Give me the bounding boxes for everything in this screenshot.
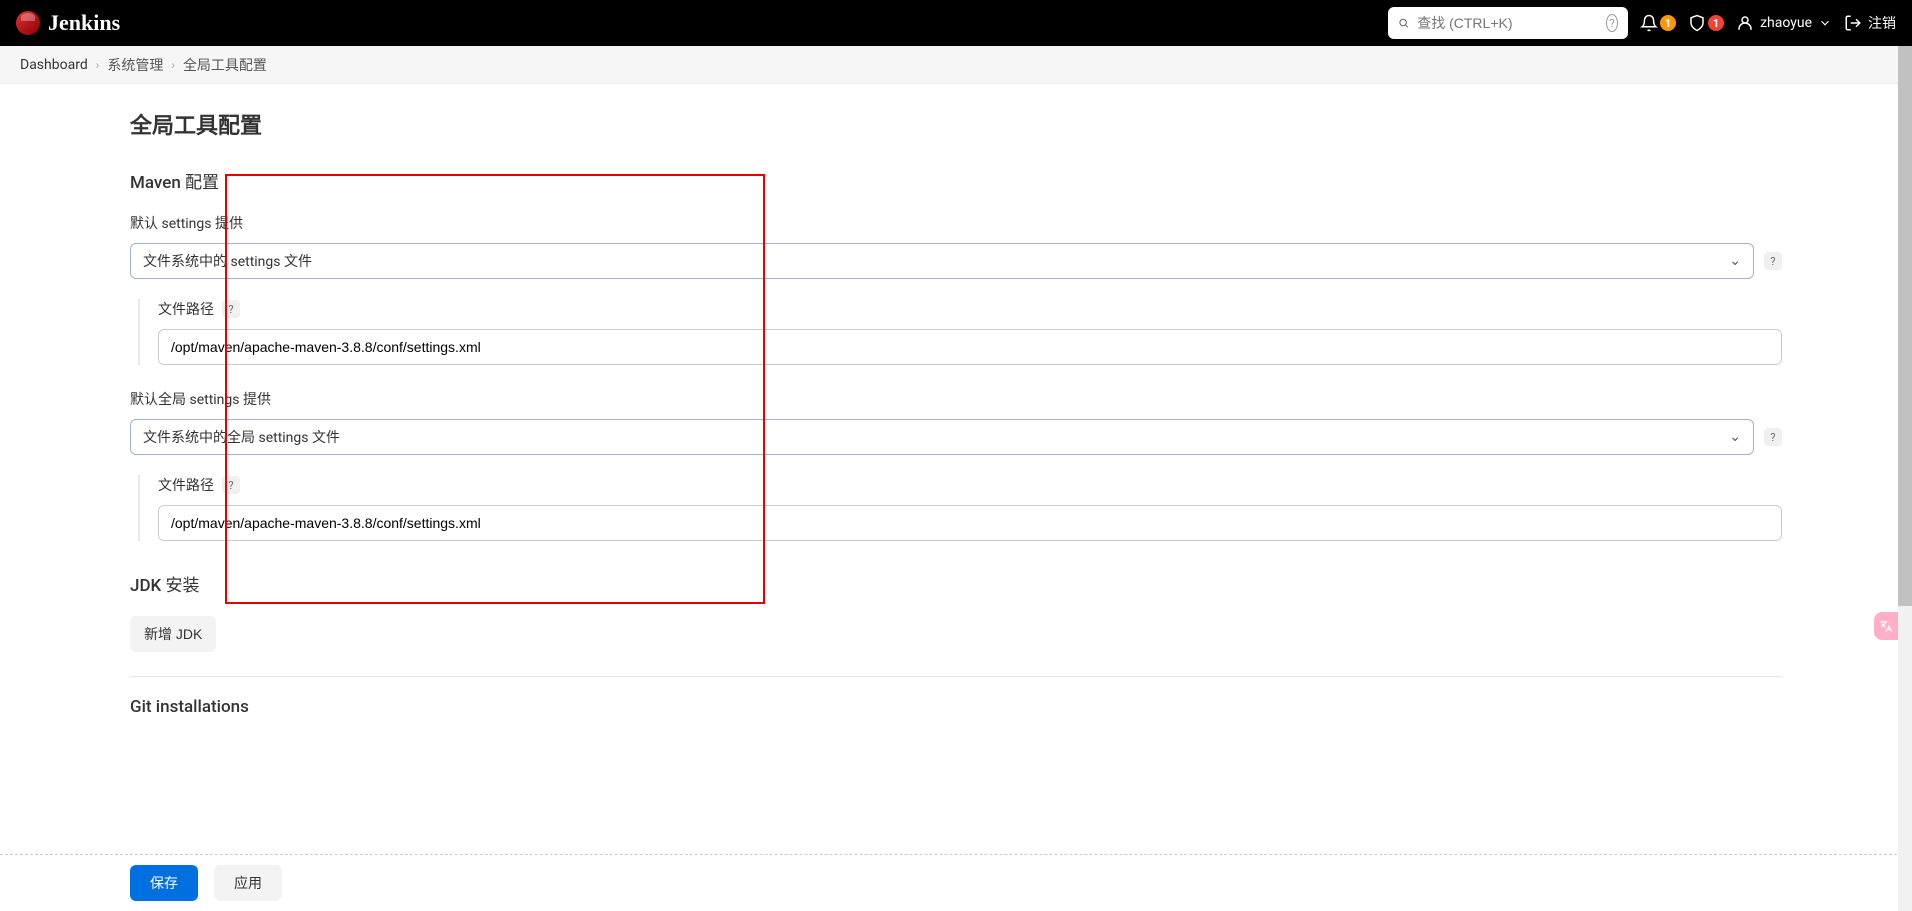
chevron-down-icon: ⌄ (1729, 253, 1741, 269)
jdk-section-title: JDK 安装 (130, 571, 1782, 596)
floating-translate-button[interactable] (1874, 612, 1898, 640)
global-settings-filepath-input[interactable] (158, 505, 1782, 541)
section-divider (130, 676, 1782, 677)
brand-area[interactable]: Jenkins (16, 10, 120, 36)
default-settings-select[interactable]: 文件系统中的 settings 文件 ⌄ (130, 243, 1754, 279)
logout-icon (1844, 14, 1862, 32)
bottom-action-bar: 保存 应用 (0, 854, 1912, 911)
user-menu[interactable]: zhaoyue (1736, 14, 1832, 32)
chevron-down-icon (1818, 16, 1832, 30)
search-help-icon[interactable]: ? (1606, 14, 1618, 32)
bell-icon (1640, 14, 1658, 32)
top-header: Jenkins ? 1 1 zhaoyue 注销 (0, 0, 1912, 46)
settings-filepath-input[interactable] (158, 329, 1782, 365)
shield-icon (1688, 14, 1706, 32)
search-box[interactable]: ? (1388, 7, 1628, 39)
chevron-right-icon: › (171, 58, 175, 72)
chevron-down-icon: ⌄ (1729, 429, 1741, 445)
chevron-right-icon: › (96, 58, 100, 72)
help-icon[interactable]: ? (222, 476, 240, 494)
breadcrumb-item-manage[interactable]: 系统管理 (103, 51, 167, 79)
logout-link[interactable]: 注销 (1844, 13, 1896, 33)
search-icon (1398, 14, 1409, 32)
breadcrumb-item-dashboard[interactable]: Dashboard (16, 53, 92, 77)
maven-section-title: Maven 配置 (130, 168, 1782, 193)
global-settings-filepath-group: 文件路径 ? (138, 475, 1782, 541)
file-path-label: 文件路径 (158, 475, 214, 495)
jenkins-logo-icon (16, 11, 40, 35)
page-title: 全局工具配置 (130, 108, 1782, 140)
default-global-settings-select[interactable]: 文件系统中的全局 settings 文件 ⌄ (130, 419, 1754, 455)
notif-badge: 1 (1660, 15, 1676, 31)
git-section-title: Git installations (130, 697, 1782, 717)
logout-label: 注销 (1868, 13, 1896, 33)
username-label: zhaoyue (1760, 15, 1812, 31)
save-button[interactable]: 保存 (130, 865, 198, 901)
security-badge: 1 (1708, 15, 1724, 31)
default-global-settings-label: 默认全局 settings 提供 (130, 389, 1782, 409)
breadcrumb-item-current[interactable]: 全局工具配置 (179, 51, 271, 79)
file-path-label: 文件路径 (158, 299, 214, 319)
scrollbar[interactable] (1898, 46, 1912, 911)
search-input[interactable] (1417, 15, 1598, 31)
security-button[interactable]: 1 (1688, 14, 1724, 32)
help-icon[interactable]: ? (222, 300, 240, 318)
user-icon (1736, 14, 1754, 32)
translate-icon (1879, 619, 1893, 633)
help-icon[interactable]: ? (1764, 428, 1782, 446)
default-settings-label: 默认 settings 提供 (130, 213, 1782, 233)
brand-text: Jenkins (48, 10, 120, 36)
default-global-settings-select-value: 文件系统中的全局 settings 文件 (143, 427, 340, 447)
default-settings-select-value: 文件系统中的 settings 文件 (143, 251, 312, 271)
add-jdk-button[interactable]: 新增 JDK (130, 616, 216, 652)
notifications-button[interactable]: 1 (1640, 14, 1676, 32)
help-icon[interactable]: ? (1764, 252, 1782, 270)
apply-button[interactable]: 应用 (214, 865, 282, 901)
breadcrumb: Dashboard › 系统管理 › 全局工具配置 (0, 46, 1912, 84)
settings-filepath-group: 文件路径 ? (138, 299, 1782, 365)
scrollbar-thumb[interactable] (1898, 46, 1912, 606)
main-content: 全局工具配置 Maven 配置 默认 settings 提供 文件系统中的 se… (0, 84, 1912, 817)
header-actions: ? 1 1 zhaoyue 注销 (1388, 7, 1896, 39)
